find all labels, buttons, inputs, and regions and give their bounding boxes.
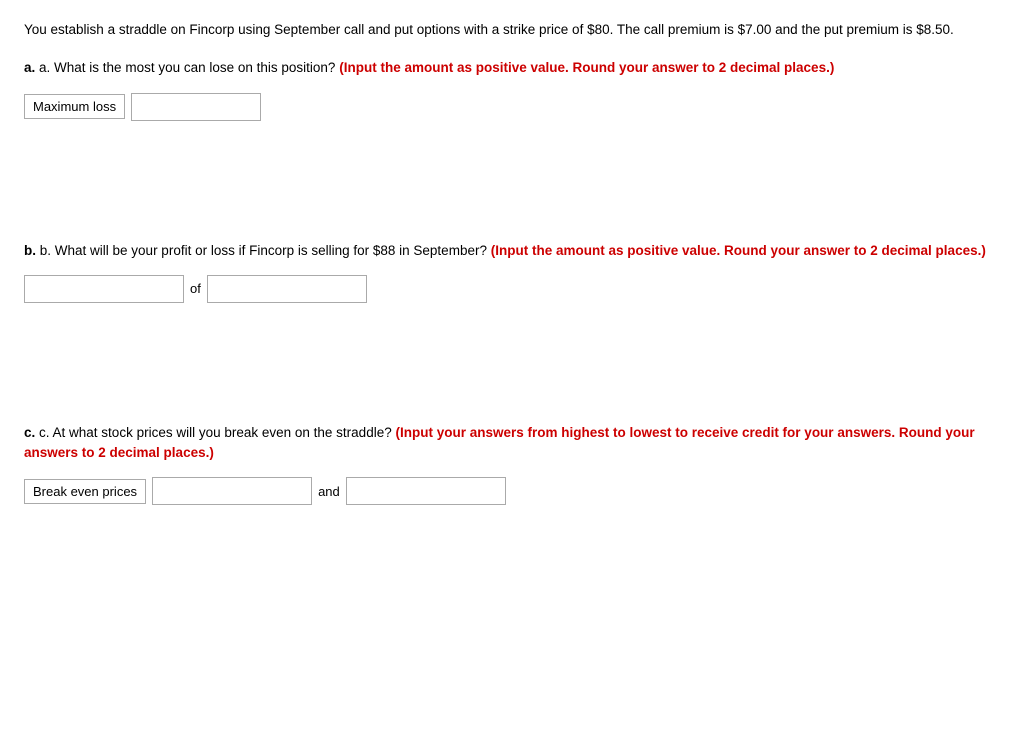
maximum-loss-label: Maximum loss [24,94,125,119]
question-c-input-row: Break even prices and [24,477,1000,505]
question-b-label: b. b. What will be your profit or loss i… [24,241,1000,261]
question-c-label: c. c. At what stock prices will you brea… [24,423,1000,464]
profit-loss-amount-input[interactable] [207,275,367,303]
and-label: and [318,484,340,499]
question-c-prefix: c. [24,425,35,440]
question-a-label: a. a. What is the most you can lose on t… [24,58,1000,78]
question-b-input-row: of [24,275,1000,303]
break-even-low-input[interactable] [346,477,506,505]
question-a-prefix: a. [24,60,35,75]
of-label: of [190,281,201,296]
question-c-normal: c. At what stock prices will you break e… [39,425,392,440]
question-b-bold: (Input the amount as positive value. Rou… [491,243,986,258]
question-a-input-row: Maximum loss [24,93,1000,121]
question-a-block: a. a. What is the most you can lose on t… [24,58,1000,120]
maximum-loss-input[interactable] [131,93,261,121]
question-b-normal: b. What will be your profit or loss if F… [40,243,487,258]
question-c-block: c. c. At what stock prices will you brea… [24,423,1000,506]
question-a-normal: a. What is the most you can lose on this… [39,60,335,75]
intro-text: You establish a straddle on Fincorp usin… [24,20,1000,40]
question-b-prefix: b. [24,243,36,258]
break-even-label: Break even prices [24,479,146,504]
profit-loss-type-input[interactable] [24,275,184,303]
break-even-high-input[interactable] [152,477,312,505]
question-b-block: b. b. What will be your profit or loss i… [24,241,1000,303]
question-a-bold: (Input the amount as positive value. Rou… [339,60,834,75]
